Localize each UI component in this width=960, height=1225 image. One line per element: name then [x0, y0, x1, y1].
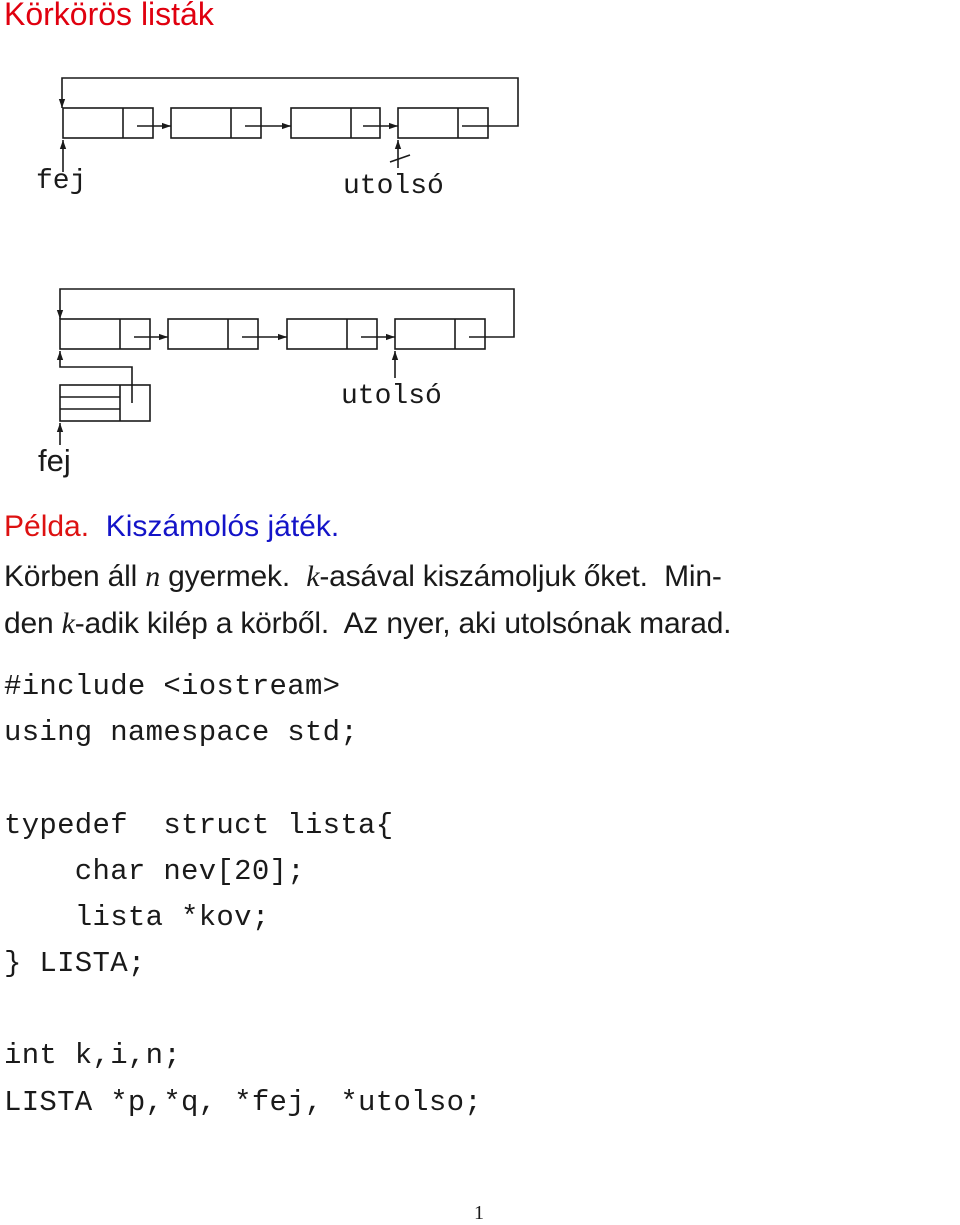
last-label: utolsó — [341, 381, 442, 412]
list-node — [286, 318, 378, 350]
code-line: } LISTA; — [4, 947, 146, 980]
code-line: typedef struct lista{ — [4, 809, 394, 842]
head-label: fej — [36, 166, 87, 197]
list-node — [170, 107, 262, 139]
math-var-k: k — [306, 560, 320, 593]
sentinel-node — [59, 384, 151, 422]
code-line: int k,i,n; — [4, 1039, 182, 1072]
paragraph-line-1: Körben áll n gyermek. k-asával kiszámolj… — [4, 560, 722, 593]
code-line: using namespace std; — [4, 716, 359, 749]
code-line: char nev[20]; — [4, 855, 305, 888]
list-node — [290, 107, 381, 139]
last-label: utolsó — [343, 171, 444, 202]
page-number: 1 — [474, 1202, 484, 1224]
list-node — [397, 107, 489, 139]
head-label: fej — [38, 443, 71, 478]
example-label: Példa. — [4, 510, 90, 543]
sentinel-pointer-arrow — [56, 351, 133, 403]
example-title: Kiszámolós játék. — [105, 510, 340, 543]
code-line: LISTA *p,*q, *fej, *utolso; — [4, 1086, 482, 1119]
math-var-n: n — [145, 560, 161, 593]
wrap-around-arrow — [58, 77, 519, 127]
paragraph-line-2: den k-adik kilép a körből. Az nyer, aki … — [4, 607, 732, 640]
list-node — [394, 318, 486, 350]
list-node — [167, 318, 259, 350]
list-node — [62, 107, 154, 139]
diagram-1 — [58, 77, 519, 172]
example-heading: Példa. Kiszámolós játék. — [4, 510, 339, 544]
cross-out-mark — [389, 154, 411, 163]
code-line: #include <iostream> — [4, 670, 341, 703]
code-line: lista *kov; — [4, 901, 270, 934]
list-node — [59, 318, 151, 350]
circular-list-diagrams — [56, 77, 519, 445]
diagram-2 — [56, 288, 515, 445]
math-var-k: k — [61, 607, 75, 640]
